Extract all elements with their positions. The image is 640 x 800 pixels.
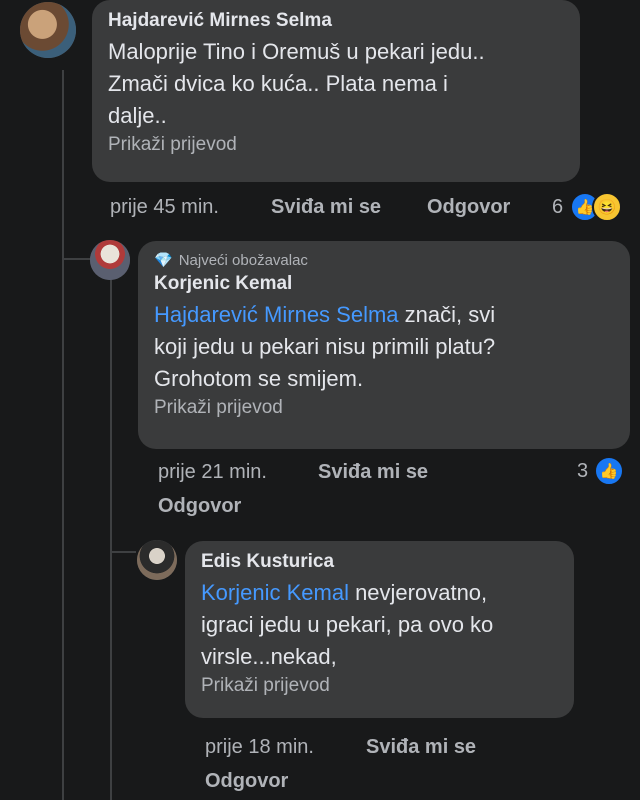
comment-time[interactable]: prije 21 min. xyxy=(158,461,267,484)
reply-button[interactable]: Odgovor xyxy=(427,196,510,219)
comment-text: Hajdarević Mirnes Selma znači, svi koji … xyxy=(154,302,496,391)
like-button[interactable]: Sviđa mi se xyxy=(366,736,476,759)
like-button[interactable]: Sviđa mi se xyxy=(271,196,381,219)
comment-bubble: 💎 Najveći obožavalac Korjenic Kemal Hajd… xyxy=(138,241,630,449)
mention-link[interactable]: Hajdarević Mirnes Selma xyxy=(154,302,399,327)
like-icon: 👍 xyxy=(594,456,624,486)
translate-link[interactable]: Prikaži prijevod xyxy=(201,675,558,697)
avatar[interactable] xyxy=(90,240,130,280)
thread-line xyxy=(62,70,64,800)
comment-bubble: Edis Kusturica Korjenic Kemal nevjerovat… xyxy=(185,541,574,718)
avatar[interactable] xyxy=(20,2,76,58)
comment-time[interactable]: prije 45 min. xyxy=(110,196,219,219)
thread-branch xyxy=(62,258,90,260)
translate-link[interactable]: Prikaži prijevod xyxy=(154,397,614,419)
comment-text: Maloprije Tino i Oremuš u pekari jedu.. … xyxy=(108,39,485,128)
diamond-icon: 💎 xyxy=(154,252,173,269)
reaction-count[interactable]: 6 xyxy=(552,196,563,219)
comment-author[interactable]: Edis Kusturica xyxy=(201,551,558,573)
comment-author[interactable]: Hajdarević Mirnes Selma xyxy=(108,10,564,32)
comment-text: Korjenic Kemal nevjerovatno, igraci jedu… xyxy=(201,580,494,669)
thread-line xyxy=(110,280,112,800)
reply-button[interactable]: Odgovor xyxy=(158,495,241,518)
avatar[interactable] xyxy=(137,540,177,580)
comment-bubble: Hajdarević Mirnes Selma Maloprije Tino i… xyxy=(92,0,580,182)
top-fan-badge: 💎 Najveći obožavalac xyxy=(154,251,308,270)
translate-link[interactable]: Prikaži prijevod xyxy=(108,134,564,156)
thread-branch xyxy=(110,551,136,553)
reply-button[interactable]: Odgovor xyxy=(205,770,288,793)
comment-time[interactable]: prije 18 min. xyxy=(205,736,314,759)
haha-icon: 😆 xyxy=(592,192,622,222)
mention-link[interactable]: Korjenic Kemal xyxy=(201,580,349,605)
reaction-count[interactable]: 3 xyxy=(577,460,588,483)
like-button[interactable]: Sviđa mi se xyxy=(318,461,428,484)
comment-author[interactable]: Korjenic Kemal xyxy=(154,273,614,295)
